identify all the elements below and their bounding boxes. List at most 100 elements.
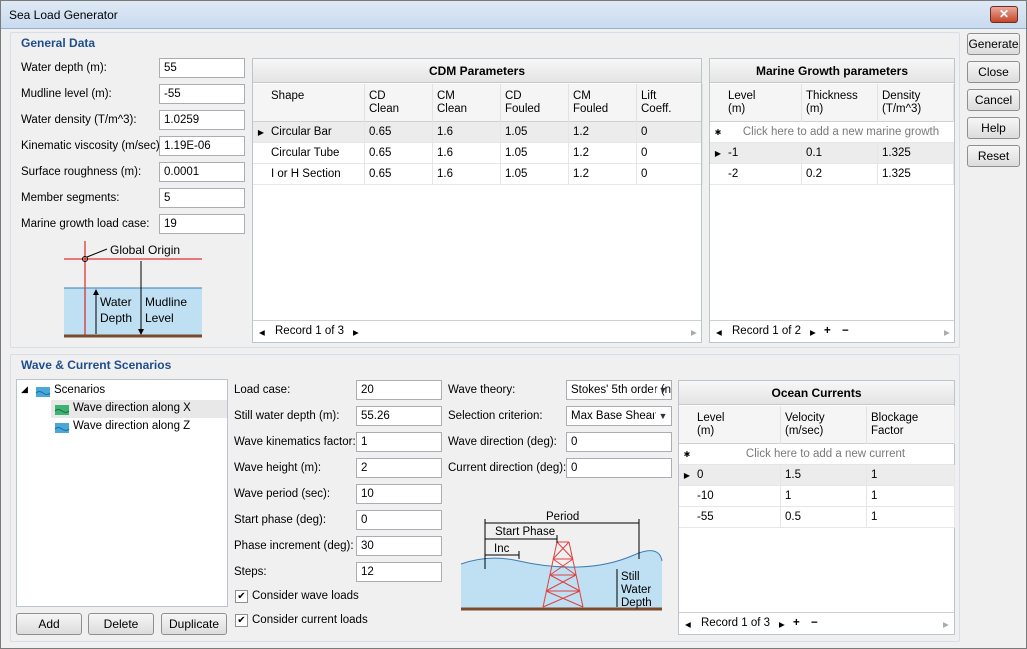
table-cell[interactable]: Circular Tube bbox=[267, 143, 365, 164]
table-cell[interactable]: 1 bbox=[867, 486, 955, 507]
column-header[interactable]: CD Clean bbox=[365, 84, 433, 122]
table-cell[interactable]: 1.6 bbox=[433, 143, 501, 164]
consider-wave-loads-checkbox[interactable]: ✔ bbox=[235, 590, 248, 603]
table-cell[interactable]: 1.6 bbox=[433, 122, 501, 143]
tree-item-z-label[interactable]: Wave direction along Z bbox=[73, 420, 190, 432]
column-header[interactable]: Shape bbox=[267, 84, 365, 122]
select-field[interactable]: Max Base Shear ▼ bbox=[566, 406, 672, 426]
close-window-icon[interactable]: ✕ bbox=[990, 6, 1018, 23]
expand-icon[interactable]: ◢ bbox=[21, 384, 28, 395]
add-record-icon[interactable]: + bbox=[824, 325, 831, 337]
next-record-icon[interactable]: ▸ bbox=[810, 325, 816, 339]
scroll-right-icon[interactable]: ▸ bbox=[943, 617, 949, 631]
add-record-icon[interactable]: + bbox=[793, 617, 800, 629]
delete-button[interactable]: Delete bbox=[88, 613, 154, 635]
table-cell[interactable]: 1.05 bbox=[501, 122, 569, 143]
table-cell[interactable]: 0.65 bbox=[365, 122, 433, 143]
next-record-icon[interactable]: ▸ bbox=[779, 617, 785, 631]
add-button[interactable]: Add bbox=[16, 613, 82, 635]
table-cell[interactable]: 1 bbox=[867, 465, 955, 486]
column-header[interactable]: CM Clean bbox=[433, 84, 501, 122]
field-input[interactable]: 0.0001 bbox=[159, 162, 245, 182]
column-header[interactable]: CD Fouled bbox=[501, 84, 569, 122]
field-input[interactable]: 0 bbox=[566, 458, 672, 478]
cancel-button[interactable]: Cancel bbox=[967, 89, 1020, 111]
column-header[interactable]: Level (m) bbox=[724, 84, 802, 122]
field-input[interactable]: 0 bbox=[356, 510, 442, 530]
field-input[interactable]: 1 bbox=[356, 432, 442, 452]
table-cell[interactable]: -1 bbox=[724, 143, 802, 164]
add-new-row-text[interactable]: Click here to add a new marine growth bbox=[726, 122, 952, 143]
new-row[interactable]: ✱ Click here to add a new current bbox=[679, 444, 954, 465]
table-cell[interactable]: -55 bbox=[693, 507, 781, 528]
tree-root-label[interactable]: Scenarios bbox=[54, 384, 105, 396]
table-row[interactable]: -10 1 1 bbox=[679, 486, 955, 507]
table-cell[interactable]: 1.2 bbox=[569, 164, 637, 185]
field-input[interactable]: -55 bbox=[159, 84, 245, 104]
prev-record-icon[interactable]: ◂ bbox=[685, 617, 691, 631]
table-row[interactable]: -55 0.5 1 bbox=[679, 507, 955, 528]
consider-current-loads-checkbox[interactable]: ✔ bbox=[235, 614, 248, 627]
field-input[interactable]: 12 bbox=[356, 562, 442, 582]
table-cell[interactable]: 0 bbox=[637, 164, 703, 185]
table-cell[interactable]: Circular Bar bbox=[267, 122, 365, 143]
table-cell[interactable]: 0 bbox=[693, 465, 781, 486]
chevron-down-icon[interactable]: ▼ bbox=[654, 407, 671, 425]
field-input[interactable]: 19 bbox=[159, 214, 245, 234]
close-button[interactable]: Close bbox=[967, 61, 1020, 83]
field-input[interactable]: 30 bbox=[356, 536, 442, 556]
help-button[interactable]: Help bbox=[967, 117, 1020, 139]
new-row[interactable]: ✱ Click here to add a new marine growth bbox=[710, 122, 954, 143]
table-cell[interactable]: 1.6 bbox=[433, 164, 501, 185]
field-input[interactable]: 20 bbox=[356, 380, 442, 400]
table-cell[interactable]: 0.65 bbox=[365, 143, 433, 164]
table-cell[interactable]: 1.325 bbox=[878, 143, 954, 164]
field-input[interactable]: 0 bbox=[566, 432, 672, 452]
remove-record-icon[interactable]: − bbox=[811, 617, 818, 629]
prev-record-icon[interactable]: ◂ bbox=[259, 325, 265, 339]
next-record-icon[interactable]: ▸ bbox=[353, 325, 359, 339]
table-cell[interactable]: I or H Section bbox=[267, 164, 365, 185]
table-row[interactable]: -2 0.2 1.325 bbox=[710, 164, 954, 185]
table-cell[interactable]: -10 bbox=[693, 486, 781, 507]
field-input[interactable]: 55 bbox=[159, 58, 245, 78]
duplicate-button[interactable]: Duplicate bbox=[161, 613, 227, 635]
column-header[interactable]: Thickness (m) bbox=[802, 84, 878, 122]
table-cell[interactable]: 1.2 bbox=[569, 122, 637, 143]
column-header[interactable]: Velocity (m/sec) bbox=[781, 406, 867, 444]
table-cell[interactable]: -2 bbox=[724, 164, 802, 185]
table-cell[interactable]: 0 bbox=[637, 122, 703, 143]
field-input[interactable]: 55.26 bbox=[356, 406, 442, 426]
table-cell[interactable]: 1.05 bbox=[501, 164, 569, 185]
tree-item-x-label[interactable]: Wave direction along X bbox=[73, 402, 191, 414]
select-field[interactable]: Stokes' 5th order (non-li...▼ bbox=[566, 380, 672, 400]
field-input[interactable]: 1.19E-06 bbox=[159, 136, 245, 156]
table-cell[interactable]: 0.65 bbox=[365, 164, 433, 185]
column-header[interactable]: CM Fouled bbox=[569, 84, 637, 122]
generate-button[interactable]: Generate bbox=[967, 33, 1020, 55]
scroll-right-icon[interactable]: ▸ bbox=[691, 325, 697, 339]
scroll-right-icon[interactable]: ▸ bbox=[944, 325, 950, 339]
table-cell[interactable]: 0 bbox=[637, 143, 703, 164]
table-cell[interactable]: 1.2 bbox=[569, 143, 637, 164]
table-row[interactable]: Circular Tube 0.65 1.6 1.05 1.2 0 bbox=[253, 143, 703, 164]
table-cell[interactable]: 1 bbox=[867, 507, 955, 528]
table-cell[interactable]: 1.325 bbox=[878, 164, 954, 185]
reset-button[interactable]: Reset bbox=[967, 145, 1020, 167]
column-header[interactable]: Density (T/m^3) bbox=[878, 84, 954, 122]
table-row[interactable]: ▶ -1 0.1 1.325 bbox=[710, 143, 954, 164]
chevron-down-icon[interactable]: ▼ bbox=[654, 381, 671, 399]
remove-record-icon[interactable]: − bbox=[842, 325, 849, 337]
field-input[interactable]: 2 bbox=[356, 458, 442, 478]
add-new-row-text[interactable]: Click here to add a new current bbox=[695, 444, 952, 465]
table-cell[interactable]: 1.5 bbox=[781, 465, 867, 486]
table-cell[interactable]: 0.1 bbox=[802, 143, 878, 164]
table-cell[interactable]: 1 bbox=[781, 486, 867, 507]
column-header[interactable]: Blockage Factor bbox=[867, 406, 955, 444]
column-header[interactable]: Level (m) bbox=[693, 406, 781, 444]
column-header[interactable]: Lift Coeff. bbox=[637, 84, 703, 122]
table-row[interactable]: ▶ Circular Bar 0.65 1.6 1.05 1.2 0 bbox=[253, 122, 703, 143]
field-input[interactable]: 10 bbox=[356, 484, 442, 504]
field-input[interactable]: 1.0259 bbox=[159, 110, 245, 130]
field-input[interactable]: 5 bbox=[159, 188, 245, 208]
